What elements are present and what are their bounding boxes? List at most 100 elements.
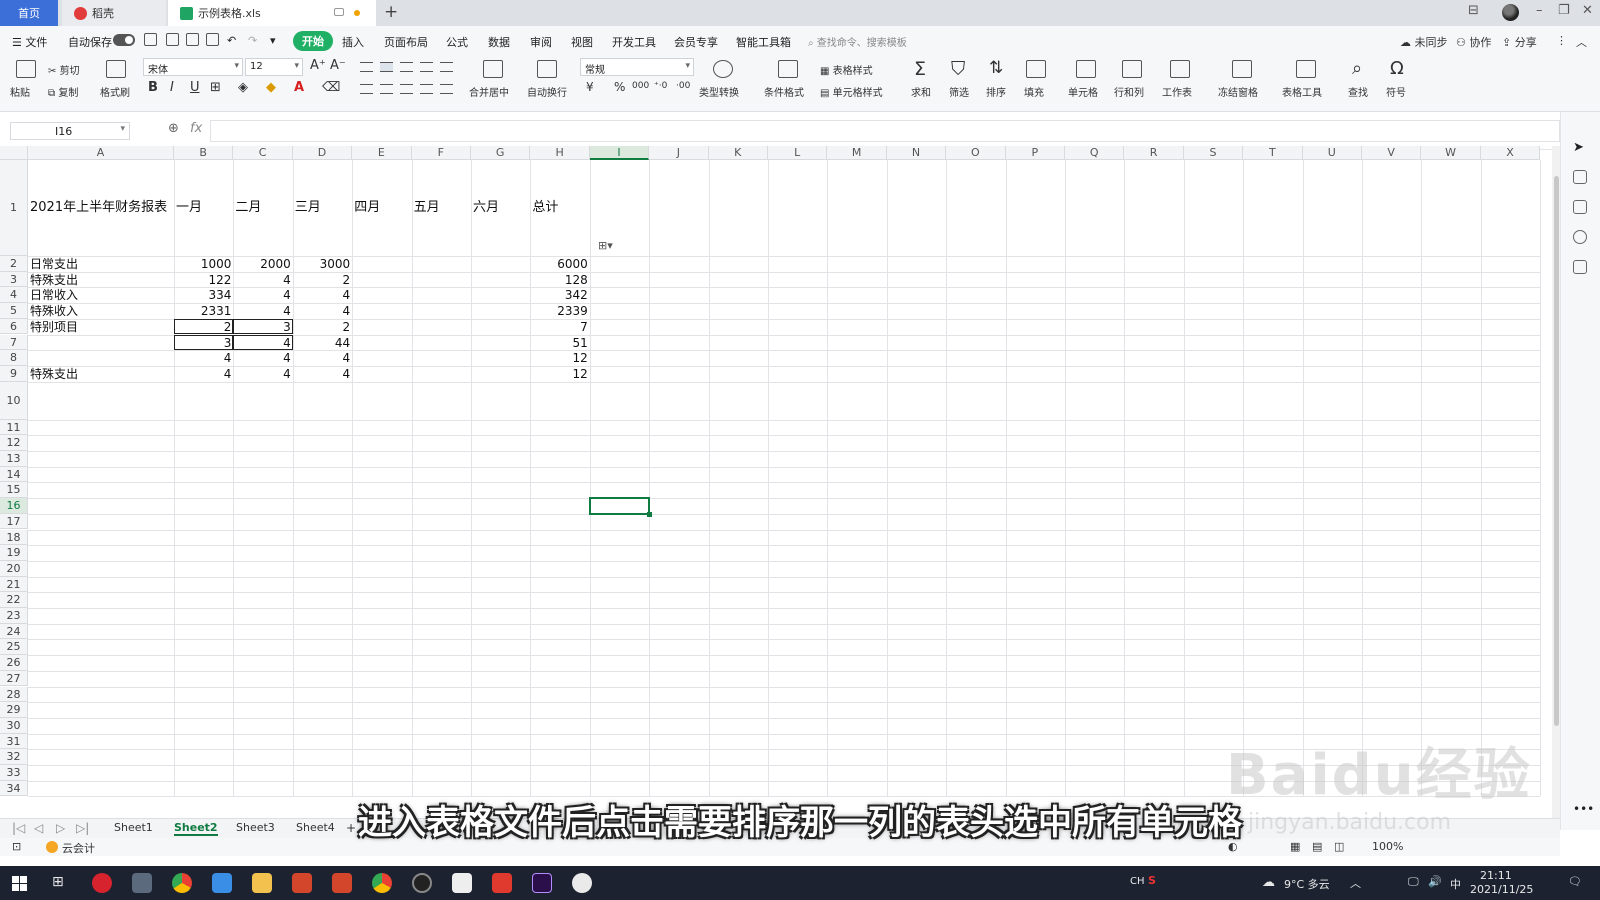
cell-d8[interactable]: 4: [293, 350, 352, 366]
cell-b2[interactable]: 1000: [174, 256, 233, 272]
menu-member[interactable]: 会员专享: [674, 34, 718, 50]
wrap-text-label[interactable]: 自动换行: [527, 84, 567, 99]
cell-style-button[interactable]: ▤ 单元格样式: [820, 84, 883, 99]
font-size-select[interactable]: 12: [245, 58, 303, 76]
cell-b3[interactable]: 122: [174, 272, 233, 288]
row-col-label[interactable]: 行和列: [1114, 84, 1144, 99]
cell-c2[interactable]: 2000: [233, 256, 292, 272]
netease-music-icon[interactable]: [92, 873, 112, 893]
collab-button[interactable]: ⚇ 协作: [1456, 34, 1491, 50]
column-header-c[interactable]: C: [233, 146, 293, 160]
format-painter-label[interactable]: 格式刷: [100, 84, 130, 99]
filter-label[interactable]: 筛选: [949, 84, 969, 99]
row-col-icon[interactable]: [1122, 60, 1142, 78]
ime-indicator[interactable]: CH: [1130, 876, 1145, 887]
align-bottom-icon[interactable]: [400, 62, 413, 72]
app-icon-blue[interactable]: [212, 873, 232, 893]
fill-label[interactable]: 填充: [1024, 84, 1044, 99]
cell-d6[interactable]: 2: [293, 319, 352, 335]
vertical-scroll-thumb[interactable]: [1554, 176, 1559, 726]
column-header-o[interactable]: O: [946, 146, 1006, 160]
fx-button[interactable]: fx: [190, 121, 202, 136]
cell-a9[interactable]: 特殊支出: [28, 366, 174, 382]
decimal-increase-icon[interactable]: ⁺·0: [654, 81, 667, 91]
freeze-label[interactable]: 冻结窗格: [1218, 84, 1258, 99]
column-header-t[interactable]: T: [1243, 146, 1303, 160]
font-shrink-icon[interactable]: A⁻: [330, 58, 346, 73]
row-header-3[interactable]: 3: [0, 271, 28, 288]
cell-f1[interactable]: 五月: [412, 160, 471, 256]
underline-button[interactable]: U: [190, 80, 200, 95]
preview-icon[interactable]: [206, 33, 219, 46]
backup-icon[interactable]: [1573, 260, 1587, 274]
wrap-text-icon[interactable]: [537, 60, 557, 78]
cell-b9[interactable]: 4: [174, 366, 233, 382]
row-header-8[interactable]: 8: [0, 350, 28, 366]
row-header-6[interactable]: 6: [0, 318, 28, 335]
cell-d7[interactable]: 44: [293, 335, 352, 351]
cell-h2[interactable]: 6000: [530, 256, 589, 272]
weather-text[interactable]: 9°C 多云: [1284, 876, 1330, 892]
cut-button[interactable]: ✂ 剪切: [48, 62, 80, 77]
sum-label[interactable]: 求和: [911, 84, 931, 99]
menu-page-layout[interactable]: 页面布局: [384, 34, 428, 50]
font-color-icon[interactable]: A: [294, 80, 304, 95]
bold-button[interactable]: B: [148, 80, 158, 95]
cell-c9[interactable]: 4: [233, 366, 292, 382]
cell-c8[interactable]: 4: [233, 350, 292, 366]
tray-expand-icon[interactable]: ︿: [1350, 875, 1361, 891]
cell-c5[interactable]: 4: [233, 303, 292, 319]
column-header-p[interactable]: P: [1005, 146, 1065, 160]
sum-icon[interactable]: Σ: [914, 58, 926, 80]
tab-daoke[interactable]: 稻壳: [62, 0, 166, 26]
column-header-g[interactable]: G: [471, 146, 531, 160]
border-icon[interactable]: ⊞: [210, 80, 221, 95]
row-header-10[interactable]: 10: [0, 381, 28, 420]
chrome-icon[interactable]: [172, 873, 192, 893]
row-header-11[interactable]: 11: [0, 419, 28, 436]
cell-h4[interactable]: 342: [530, 287, 589, 303]
justify-icon[interactable]: [420, 84, 433, 94]
formula-input[interactable]: [210, 120, 1560, 142]
menu-insert[interactable]: 插入: [342, 34, 364, 50]
collapse-ribbon-icon[interactable]: ︿: [1576, 34, 1587, 50]
close-icon[interactable]: ✕: [1582, 3, 1593, 18]
pointer-icon[interactable]: ➤: [1573, 140, 1587, 155]
row-header-33[interactable]: 33: [0, 765, 28, 781]
help-icon[interactable]: [1573, 230, 1587, 244]
cell-d2[interactable]: 3000: [293, 256, 352, 272]
row-header-22[interactable]: 22: [0, 592, 28, 608]
conditional-format-icon[interactable]: [778, 60, 798, 78]
cell-icon[interactable]: [1076, 60, 1096, 78]
cell-c4[interactable]: 4: [233, 287, 292, 303]
restore-icon[interactable]: ❐: [1558, 3, 1570, 18]
row-header-5[interactable]: 5: [0, 303, 28, 319]
format-painter-icon[interactable]: [106, 60, 126, 78]
file-explorer-icon[interactable]: [252, 873, 272, 893]
sort-label[interactable]: 排序: [986, 84, 1006, 99]
row-header-26[interactable]: 26: [0, 655, 28, 671]
align-center-icon[interactable]: [380, 84, 393, 94]
menu-home[interactable]: 开始: [293, 31, 333, 51]
active-cell-selection[interactable]: [588, 497, 653, 517]
cell-h8[interactable]: 12: [530, 350, 589, 366]
redo-icon[interactable]: ↷: [248, 34, 257, 47]
office-icon[interactable]: [292, 873, 312, 893]
worksheet-label[interactable]: 工作表: [1162, 84, 1192, 99]
filter-icon[interactable]: ⛉: [951, 58, 965, 80]
paste-options-icon[interactable]: ⊞▾: [598, 239, 613, 252]
share-button[interactable]: ⇪ 分享: [1502, 34, 1537, 50]
column-header-q[interactable]: Q: [1065, 146, 1125, 160]
worksheet-icon[interactable]: [1170, 60, 1190, 78]
row-header-14[interactable]: 14: [0, 466, 28, 483]
row-header-29[interactable]: 29: [0, 702, 28, 718]
row-header-7[interactable]: 7: [0, 334, 28, 351]
name-box[interactable]: I16: [10, 122, 130, 140]
row-header-13[interactable]: 13: [0, 451, 28, 467]
column-header-h[interactable]: H: [530, 146, 590, 160]
column-header-l[interactable]: L: [768, 146, 828, 160]
paste-icon[interactable]: [16, 60, 36, 78]
cell-b4[interactable]: 334: [174, 287, 233, 303]
find-icon[interactable]: ⌕: [1352, 58, 1362, 79]
cell-a1[interactable]: 2021年上半年财务报表: [28, 160, 174, 256]
